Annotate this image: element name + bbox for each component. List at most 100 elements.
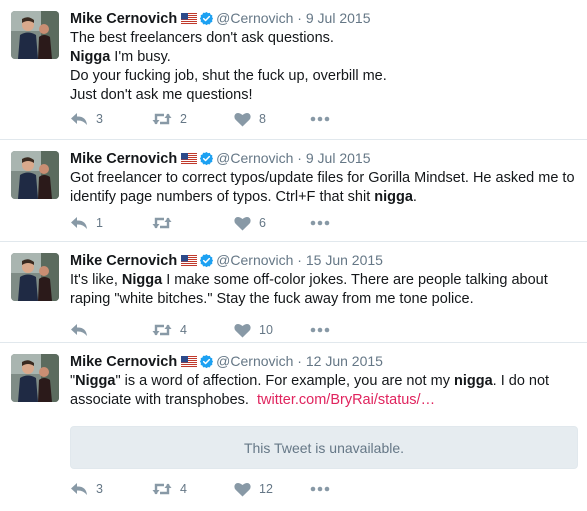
heart-icon xyxy=(234,216,251,231)
tweet-text-bold: Nigga xyxy=(121,272,163,288)
tweet-text-fragment: Do your fucking job, shut the fuck up, o… xyxy=(70,68,387,84)
more-button[interactable] xyxy=(310,213,330,233)
tweet-header: Mike Cernovich @Cernovich · 9 Jul 2015 xyxy=(70,148,577,168)
retweet-count: 2 xyxy=(180,112,187,126)
tweet-content: Mike Cernovich @Cernovich · 9 Jul 2015 The… xyxy=(70,8,577,105)
more-icon xyxy=(310,220,330,226)
like-count: 6 xyxy=(259,216,266,230)
tweet-text-line: Do your fucking job, shut the fuck up, o… xyxy=(70,67,577,86)
more-button[interactable] xyxy=(310,109,330,129)
reply-count: 3 xyxy=(96,112,103,126)
retweet-count: 4 xyxy=(180,323,187,337)
header-separator: · xyxy=(293,353,306,369)
tweet-text-bold: nigga xyxy=(374,189,413,205)
heart-icon xyxy=(234,112,251,127)
tweet-timestamp[interactable]: 9 Jul 2015 xyxy=(306,10,371,26)
more-icon xyxy=(310,116,330,122)
tweet-content: Mike Cernovich @Cernovich · 9 Jul 2015 Got… xyxy=(70,148,577,207)
tweet-text-bold: Nigga xyxy=(70,49,111,65)
tweet-text-fragment: . I do not xyxy=(492,373,550,389)
tweet-timestamp[interactable]: 9 Jul 2015 xyxy=(306,150,371,166)
avatar[interactable] xyxy=(11,354,59,402)
tweet-header: Mike Cernovich @Cernovich · 9 Jul 2015 xyxy=(70,8,577,28)
avatar[interactable] xyxy=(11,11,59,59)
author-handle[interactable]: @Cernovich xyxy=(216,150,293,166)
reply-button[interactable]: 3 xyxy=(70,479,103,499)
retweet-button[interactable]: 2 xyxy=(152,109,187,129)
reply-icon xyxy=(70,481,88,497)
reply-count: 3 xyxy=(96,482,103,496)
like-button[interactable]: 8 xyxy=(234,109,266,129)
verified-badge-icon xyxy=(199,11,214,31)
tweet-text-line: raping "white bitches." Stay the fuck aw… xyxy=(70,290,577,309)
retweet-button[interactable]: 4 xyxy=(152,479,187,499)
retweet-icon xyxy=(152,481,172,497)
tweet[interactable]: Mike Cernovich @Cernovich · 9 Jul 2015 The… xyxy=(0,0,587,139)
verified-badge-icon xyxy=(199,354,214,374)
reply-icon xyxy=(70,111,88,127)
tweet-timestamp[interactable]: 12 Jun 2015 xyxy=(306,353,383,369)
tweet-text-fragment: The best freelancers don't ask questions… xyxy=(70,30,334,46)
reply-count: 1 xyxy=(96,216,103,230)
tweet[interactable]: Mike Cernovich @Cernovich · 12 Jun 2015 "N… xyxy=(0,343,587,511)
tweet-text-line: Nigga I'm busy. xyxy=(70,48,577,67)
avatar[interactable] xyxy=(11,253,59,301)
reply-button[interactable] xyxy=(70,320,88,340)
header-separator: · xyxy=(293,252,306,268)
like-button[interactable]: 12 xyxy=(234,479,273,499)
tweet-text-fragment: identify page numbers of typos. Ctrl+F t… xyxy=(70,189,375,205)
author-handle[interactable]: @Cernovich xyxy=(216,10,293,26)
tweet-text-fragment: " is a word of affection. For example, y… xyxy=(115,373,454,389)
reply-icon xyxy=(70,322,88,338)
retweet-icon xyxy=(152,322,172,338)
tweet-text-line: Got freelancer to correct typos/update f… xyxy=(70,169,577,188)
tweet[interactable]: Mike Cernovich @Cernovich · 15 Jun 2015 It… xyxy=(0,242,587,342)
like-button[interactable]: 6 xyxy=(234,213,266,233)
heart-icon xyxy=(234,323,251,338)
retweet-button[interactable] xyxy=(152,213,172,233)
avatar[interactable] xyxy=(11,151,59,199)
more-icon xyxy=(310,486,330,492)
tweet-timestamp[interactable]: 15 Jun 2015 xyxy=(306,252,383,268)
tweet-text-fragment: Got freelancer to correct typos/update f… xyxy=(70,170,575,186)
like-count: 8 xyxy=(259,112,266,126)
more-button[interactable] xyxy=(310,320,330,340)
retweet-icon xyxy=(152,111,172,127)
us-flag-icon xyxy=(181,150,198,170)
author-name[interactable]: Mike Cernovich xyxy=(70,11,177,27)
author-handle[interactable]: @Cernovich xyxy=(216,353,293,369)
header-separator: · xyxy=(293,10,306,26)
verified-badge-icon xyxy=(199,151,214,171)
tweet-text-fragment: . xyxy=(412,189,417,205)
retweet-button[interactable]: 4 xyxy=(152,320,187,340)
tweet-link[interactable]: twitter.com/BryRai/status/… xyxy=(257,392,435,408)
tweet-text-line: The best freelancers don't ask questions… xyxy=(70,29,577,48)
like-count: 12 xyxy=(259,482,273,496)
tweet[interactable]: Mike Cernovich @Cernovich · 9 Jul 2015 Got… xyxy=(0,140,587,241)
tweet-text-line: identify page numbers of typos. Ctrl+F t… xyxy=(70,188,577,207)
tweet-text-fragment: raping "white bitches." Stay the fuck aw… xyxy=(70,291,474,307)
tweet-text-fragment: It's like, xyxy=(70,272,122,288)
tweet-text-line: Just don't ask me questions! xyxy=(70,86,577,105)
heart-icon xyxy=(234,482,251,497)
quoted-tweet-unavailable[interactable]: This Tweet is unavailable. xyxy=(70,426,578,469)
tweet-actions: 3 2 8 xyxy=(70,109,370,129)
tweet-header: Mike Cernovich @Cernovich · 15 Jun 2015 xyxy=(70,250,577,270)
author-name[interactable]: Mike Cernovich xyxy=(70,354,177,370)
reply-button[interactable]: 1 xyxy=(70,213,103,233)
tweet-actions: 3 4 12 xyxy=(70,479,370,499)
author-name[interactable]: Mike Cernovich xyxy=(70,253,177,269)
tweet-text: "Nigga" is a word of affection. For exam… xyxy=(70,372,577,410)
tweet-text-fragment: I'm busy. xyxy=(110,49,171,65)
more-button[interactable] xyxy=(310,479,330,499)
tweet-text-fragment: I make some off-color jokes. There are p… xyxy=(162,272,548,288)
tweet-actions: 16 xyxy=(70,213,370,233)
like-button[interactable]: 10 xyxy=(234,320,273,340)
reply-button[interactable]: 3 xyxy=(70,109,103,129)
tweet-text-bold: nigga xyxy=(453,373,493,389)
us-flag-icon xyxy=(181,353,198,373)
author-handle[interactable]: @Cernovich xyxy=(216,252,293,268)
author-name[interactable]: Mike Cernovich xyxy=(70,151,177,167)
retweet-icon xyxy=(152,215,172,231)
tweet-content: Mike Cernovich @Cernovich · 12 Jun 2015 "N… xyxy=(70,351,577,410)
